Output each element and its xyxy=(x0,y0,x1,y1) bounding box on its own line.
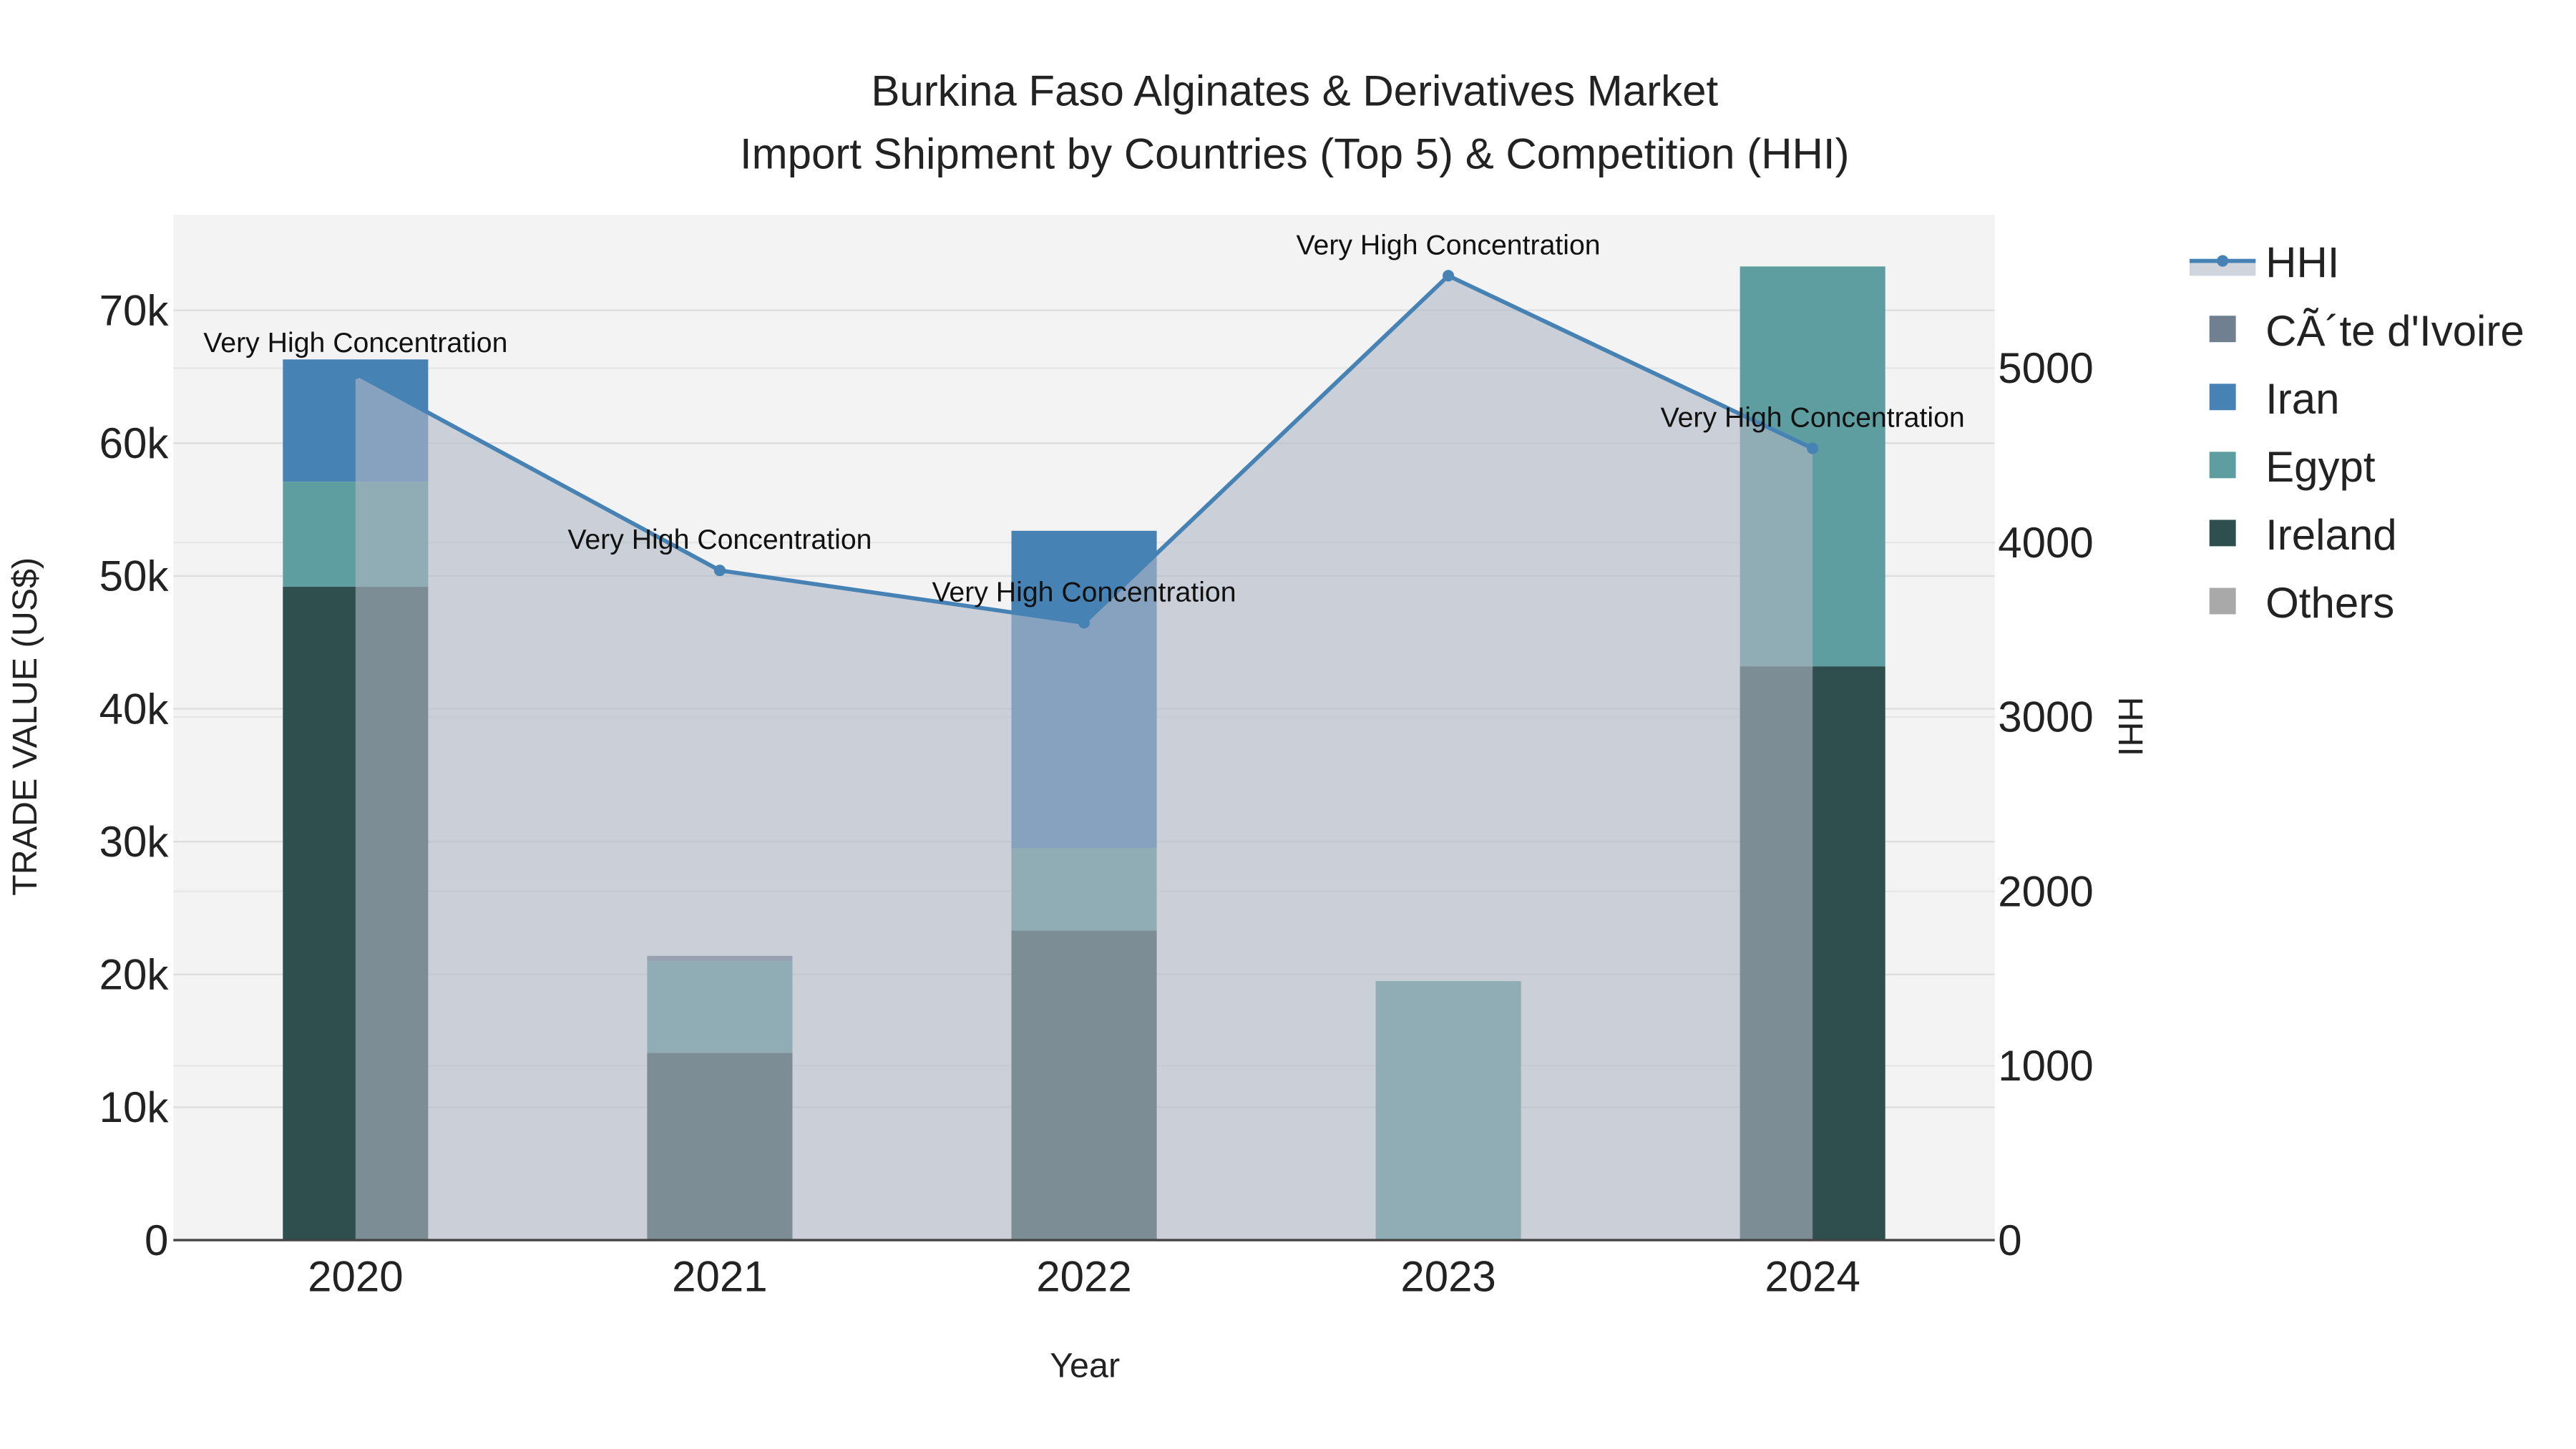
x-tick-label: 2024 xyxy=(1765,1253,1860,1301)
hhi-point-2021 xyxy=(713,565,726,577)
hhi-annotation: Very High Concentration xyxy=(203,327,507,358)
legend-swatch-iran xyxy=(2209,384,2236,411)
y-tick-label: 10k xyxy=(99,1083,170,1131)
chart-title-line2: Import Shipment by Countries (Top 5) & C… xyxy=(740,130,1850,177)
y-tick-label: 60k xyxy=(99,419,170,467)
y-tick-label: 70k xyxy=(99,286,170,334)
legend-swatch-egypt xyxy=(2209,452,2236,479)
y2-tick-label: 1000 xyxy=(1998,1042,2093,1090)
hhi-annotation: Very High Concentration xyxy=(1661,402,1965,434)
x-tick-label: 2020 xyxy=(308,1253,403,1301)
y2-tick-label: 4000 xyxy=(1998,519,2093,567)
legend-swatch-c-te-d-ivoire xyxy=(2209,316,2236,343)
x-tick-label: 2022 xyxy=(1036,1253,1131,1301)
legend-label: Ireland xyxy=(2265,511,2396,559)
legend-label: HHI xyxy=(2265,239,2339,287)
y-tick-label: 40k xyxy=(99,685,170,733)
y-tick-label: 0 xyxy=(145,1216,168,1264)
y2-tick-label: 0 xyxy=(1998,1216,2021,1264)
x-tick-label: 2021 xyxy=(672,1253,767,1301)
hhi-annotation: Very High Concentration xyxy=(567,524,872,555)
legend-label: Egypt xyxy=(2265,443,2376,491)
legend-label: CÃ´te d'Ivoire xyxy=(2265,307,2524,355)
legend-label: Others xyxy=(2265,579,2394,627)
y-axis-label: TRADE VALUE (US$) xyxy=(6,557,44,896)
y2-tick-label: 5000 xyxy=(1998,344,2093,392)
y-tick-label: 50k xyxy=(99,552,170,600)
y2-axis-ticks: 0 1000 2000 3000 4000 5000 xyxy=(1998,344,2093,1264)
y2-tick-label: 3000 xyxy=(1998,693,2093,741)
x-tick-label: 2023 xyxy=(1400,1253,1496,1301)
chart-title-line1: Burkina Faso Alginates & Derivatives Mar… xyxy=(871,67,1718,115)
hhi-point-2024 xyxy=(1807,442,1819,454)
hhi-annotation: Very High Concentration xyxy=(932,576,1236,608)
hhi-point-2023 xyxy=(1443,270,1455,282)
y-axis-ticks: 0 10k 20k 30k 40k 50k 60k 70k xyxy=(99,286,170,1264)
y2-axis-label: HHI xyxy=(2111,697,2150,756)
x-axis-ticks: 2020 2021 2022 2023 2024 xyxy=(308,1253,1860,1301)
y-tick-label: 20k xyxy=(99,951,170,999)
legend-swatch-others xyxy=(2209,587,2236,615)
hhi-point-2022 xyxy=(1078,617,1091,629)
y2-tick-label: 2000 xyxy=(1998,867,2093,915)
x-axis-label: Year xyxy=(1050,1347,1120,1385)
y-tick-label: 30k xyxy=(99,818,170,866)
legend-label: Iran xyxy=(2265,375,2339,423)
legend: HHI CÃ´te d'Ivoire Iran Egypt Ireland Others xyxy=(2189,239,2524,627)
hhi-annotation: Very High Concentration xyxy=(1297,229,1601,260)
chart: Burkina Faso Alginates & Derivatives Mar… xyxy=(6,67,2524,1385)
hhi-point-2020 xyxy=(349,367,361,379)
legend-swatch-hhi-marker xyxy=(2217,255,2229,267)
legend-swatch-ireland xyxy=(2209,519,2236,547)
